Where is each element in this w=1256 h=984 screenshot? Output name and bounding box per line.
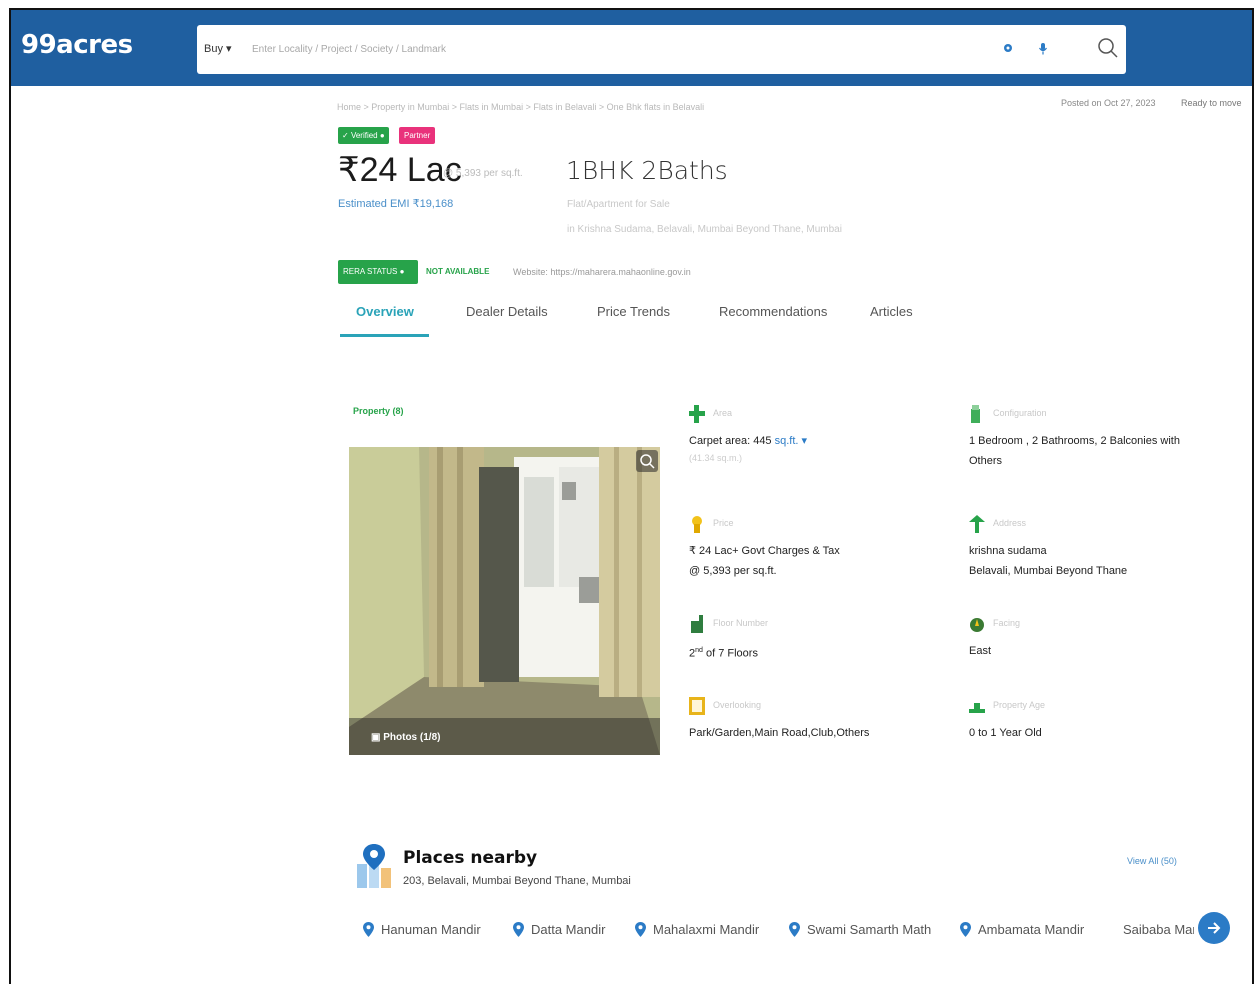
detail-address-label: Address — [993, 518, 1027, 528]
site-logo[interactable]: 99acres — [21, 30, 133, 60]
map-pin-icon — [513, 922, 524, 937]
tab-price-trends[interactable]: Price Trends — [597, 304, 670, 319]
detail-area-label: Area — [713, 408, 733, 418]
buy-dropdown[interactable]: Buy ▾ — [204, 42, 232, 55]
property-title: 1BHK 2Baths — [566, 156, 728, 185]
detail-area-sub: (41.34 sq.m.) — [689, 453, 743, 463]
location-icon[interactable] — [1003, 43, 1013, 55]
active-tab-indicator — [340, 334, 429, 337]
price-per-sqft: @ 5,393 per sq.ft. — [443, 168, 523, 179]
price-icon — [692, 516, 702, 533]
search-bar: Buy ▾ — [197, 25, 1126, 74]
arrow-right-icon — [1208, 922, 1221, 934]
detail-configuration-value: 1 Bedroom , 2 Bathrooms, 2 Balconies wit… — [969, 435, 1180, 467]
detail-area-value: Carpet area: 445 sq.ft. ▾ — [689, 435, 808, 447]
detail-facing-value: East — [969, 645, 992, 657]
property-age-icon — [969, 703, 985, 713]
map-pin-icon — [635, 922, 646, 937]
photo-section-label: Property (8) — [353, 406, 404, 416]
property-location: in Krishna Sudama, Belavali, Mumbai Beyo… — [567, 224, 842, 235]
places-nearby-title: Places nearby — [403, 848, 538, 868]
area-icon — [689, 405, 705, 423]
partner-badge: Partner — [399, 127, 436, 144]
detail-address-value: krishna sudama Belavali, Mumbai Beyond Th… — [969, 545, 1128, 577]
detail-overlooking-value: Park/Garden,Main Road,Club,Others — [689, 727, 870, 739]
map-pin-icon — [789, 922, 800, 937]
gallery-icon: ▣ — [371, 732, 381, 743]
section-tabs: Overview Dealer Details Price Trends Rec… — [338, 300, 1238, 340]
detail-overlooking-label: Overlooking — [713, 700, 762, 710]
view-all-link[interactable]: View All (50) — [1127, 856, 1177, 866]
places-nearby-address: 203, Belavali, Mumbai Beyond Thane, Mumb… — [403, 875, 631, 887]
property-type: Flat/Apartment for Sale — [567, 199, 670, 210]
detail-property-age-value: 0 to 1 Year Old — [969, 727, 1042, 739]
detail-floor-label: Floor Number — [713, 618, 769, 628]
floor-icon — [691, 615, 703, 633]
map-pin-icon — [363, 922, 374, 937]
microphone-icon[interactable] — [1038, 43, 1048, 55]
detail-configuration-label: Configuration — [993, 408, 1047, 418]
tab-recommendations[interactable]: Recommendations — [719, 304, 827, 319]
detail-property-age-label: Property Age — [993, 700, 1046, 710]
nearby-place-item[interactable]: Swami Samarth Math — [789, 922, 931, 937]
configuration-icon — [971, 405, 980, 423]
tab-dealer-details[interactable]: Dealer Details — [466, 304, 548, 319]
photos-count-button[interactable]: ▣ Photos (1/8) — [371, 732, 440, 743]
next-places-button[interactable] — [1198, 912, 1230, 944]
search-input[interactable] — [252, 39, 952, 59]
rera-status-value: NOT AVAILABLE — [426, 267, 490, 276]
room-photo-illustration — [349, 447, 660, 755]
detail-price-value: ₹ 24 Lac+ Govt Charges & Tax @ 5,393 per … — [689, 545, 840, 577]
address-icon — [969, 515, 985, 533]
detail-facing-label: Facing — [993, 618, 1021, 628]
nearby-place-item[interactable]: Saibaba Mandir — [1116, 922, 1194, 937]
tab-overview[interactable]: Overview — [356, 304, 414, 319]
nearby-place-item[interactable]: Datta Mandir — [513, 922, 605, 937]
nearby-place-item[interactable]: Ambamata Mandir — [960, 922, 1084, 937]
detail-floor-value: 2nd of 7 Floors — [689, 647, 758, 660]
rera-website[interactable]: Website: https://maharera.mahaonline.gov… — [513, 267, 691, 277]
overlooking-icon — [689, 697, 705, 715]
nearby-place-item[interactable]: Hanuman Mandir — [363, 922, 481, 937]
detail-price-label: Price — [713, 518, 734, 528]
places-nearby-icon — [357, 844, 391, 888]
nearby-places-list: Hanuman Mandir Datta Mandir Mahalaxmi Ma… — [363, 918, 1223, 942]
emi-link[interactable]: Estimated EMI ₹19,168 — [338, 197, 453, 210]
compass-icon — [970, 618, 984, 632]
posted-date: Posted on Oct 27, 2023 — [1061, 98, 1156, 108]
browser-frame: 99acres Buy ▾ Home > Property in Mumbai … — [9, 8, 1254, 984]
unit-selector[interactable]: sq.ft. ▾ — [775, 435, 807, 447]
property-photo[interactable] — [349, 447, 660, 755]
rera-status-badge[interactable]: RERA STATUS ● — [338, 260, 418, 284]
search-icon[interactable] — [1097, 37, 1119, 59]
map-pin-icon — [960, 922, 971, 937]
top-navbar: 99acres Buy ▾ — [11, 10, 1252, 86]
possession-status: Ready to move — [1181, 98, 1242, 108]
breadcrumb[interactable]: Home > Property in Mumbai > Flats in Mum… — [337, 102, 704, 112]
verified-badge: ✓ Verified ● — [338, 127, 389, 144]
tab-articles[interactable]: Articles — [870, 304, 913, 319]
nearby-place-item[interactable]: Mahalaxmi Mandir — [635, 922, 759, 937]
